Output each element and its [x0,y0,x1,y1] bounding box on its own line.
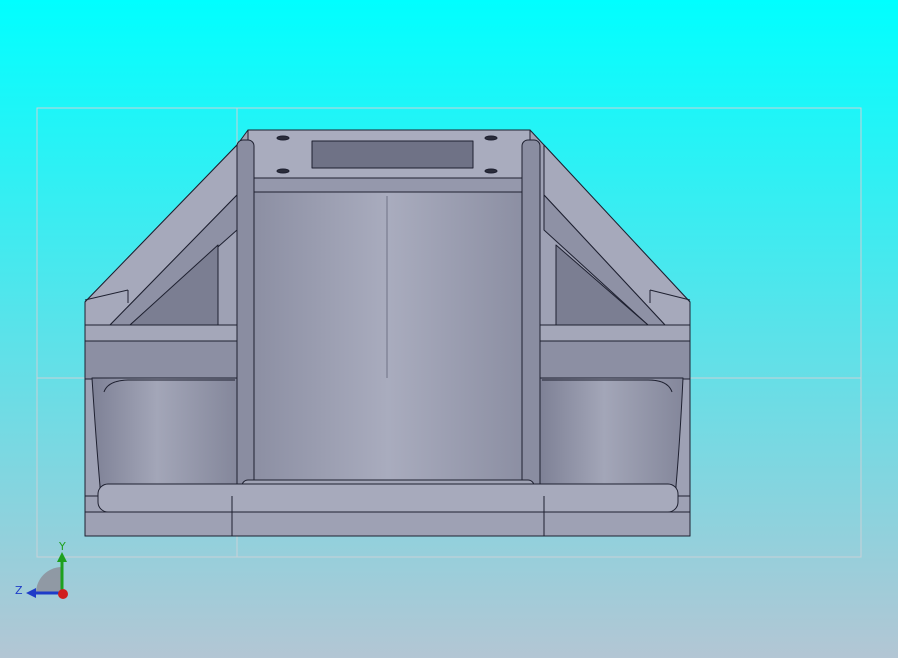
bolt-hole-br [484,168,498,174]
plate-slot [311,140,474,169]
right-ledge [539,324,691,342]
right-ledge-face [539,340,691,380]
triad-z-label: Z [15,584,23,597]
right-post [521,139,541,497]
plate-underside [247,177,531,193]
left-ledge [84,324,238,342]
bolt-hole-tr [484,135,498,141]
triad-y-label: Y [58,540,66,553]
center-channel [253,191,523,483]
bolt-hole-bl [276,168,290,174]
right-pocket [539,377,684,497]
triad-x-dot [58,589,68,599]
bolt-hole-tl [276,135,290,141]
model-view-canvas[interactable]: Y Z [0,0,898,658]
graphics-viewport[interactable]: Y Z [0,0,898,658]
left-ledge-face [84,340,238,380]
base-fillet [97,483,679,513]
left-post [236,139,255,497]
left-pocket [91,377,238,497]
